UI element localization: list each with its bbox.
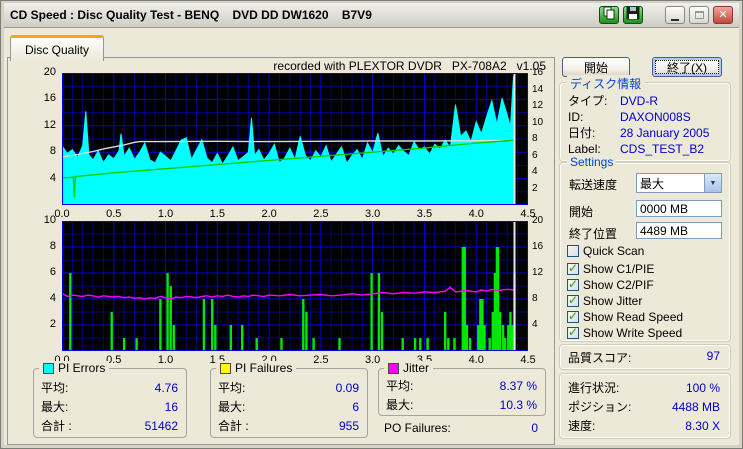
po-failures-label: PO Failures: bbox=[384, 421, 451, 435]
quality-chart-pi-errors bbox=[62, 73, 528, 205]
disc-info-group: ディスク情報 タイプ: DVD-R ID: DAXON008S 日付: 28 Janu… bbox=[559, 75, 731, 162]
copy-icon bbox=[602, 6, 616, 25]
checkbox-icon bbox=[567, 277, 579, 291]
stat-row: 平均: 8.37 % bbox=[386, 379, 537, 393]
checkbox-show-write-speed[interactable]: Show Write Speed bbox=[567, 325, 682, 340]
quality-score-box: 品質スコア: 97 bbox=[559, 344, 731, 370]
checkbox-show-c1-pie[interactable]: Show C1/PIE bbox=[567, 261, 654, 276]
minimize-button[interactable] bbox=[665, 6, 685, 24]
checkbox-show-jitter[interactable]: Show Jitter bbox=[567, 293, 642, 308]
pi-failures-stats-box: PI Failures 平均: 0.09 最大: 6 合計 :955 bbox=[210, 361, 368, 438]
checkbox-show-read-speed[interactable]: Show Read Speed bbox=[567, 309, 683, 324]
checkbox-icon bbox=[567, 325, 579, 339]
checkbox-icon bbox=[567, 309, 579, 323]
disc-info-row: タイプ: DVD-R bbox=[568, 94, 658, 108]
transfer-speed-select[interactable]: 最大 ▼ bbox=[636, 173, 722, 193]
jitter-legend-swatch bbox=[388, 362, 399, 374]
pi-errors-stats-title: PI Errors bbox=[39, 361, 110, 375]
jitter-title-label: Jitter bbox=[403, 361, 430, 375]
status-box: 進行状況: 100 % ポジション: 4488 MB 速度: 8.30 X bbox=[559, 373, 731, 439]
chevron-down-icon[interactable]: ▼ bbox=[704, 174, 721, 192]
copy-button[interactable] bbox=[599, 6, 619, 24]
minimize-icon bbox=[671, 18, 679, 21]
window-title: CD Speed : Disc Quality Test - BENQ DVD … bbox=[10, 8, 372, 22]
transfer-speed-value: 最大 bbox=[640, 176, 665, 191]
end-position-field[interactable] bbox=[636, 222, 722, 239]
pi-failures-title-label: PI Failures bbox=[235, 361, 293, 375]
checkbox-icon bbox=[567, 261, 579, 275]
tab-label: Disc Quality bbox=[25, 42, 90, 57]
save-icon bbox=[626, 6, 640, 25]
settings-group: Settings 転送速度 最大 ▼ 開始 終了位置 Quick Scan Sh… bbox=[559, 155, 731, 342]
jitter-stats-box: Jitter 平均: 8.37 % 最大: 10.3 % bbox=[378, 361, 546, 416]
stat-row: 最大: 16 bbox=[41, 400, 178, 414]
checkbox-icon bbox=[567, 245, 579, 257]
stat-row: 最大: 6 bbox=[218, 400, 359, 414]
titlebar-buttons: ✕ bbox=[595, 6, 739, 24]
disc-info-row: 日付: 28 January 2005 bbox=[568, 126, 710, 140]
save-button[interactable] bbox=[623, 6, 643, 24]
disc-info-title: ディスク情報 bbox=[567, 75, 645, 92]
pi-errors-legend-swatch bbox=[43, 362, 54, 374]
status-row: ポジション: 4488 MB bbox=[568, 400, 720, 414]
pi-failures-legend-swatch bbox=[220, 362, 231, 374]
maximize-icon bbox=[694, 11, 704, 19]
close-icon: ✕ bbox=[718, 8, 728, 21]
maximize-button[interactable] bbox=[689, 6, 709, 24]
transfer-speed-label: 転送速度 bbox=[569, 178, 618, 192]
tab-disc-quality[interactable]: Disc Quality bbox=[10, 35, 105, 61]
quality-score-value: 97 bbox=[706, 349, 720, 363]
pi-errors-title-label: PI Errors bbox=[58, 361, 106, 375]
stat-row: 平均: 4.76 bbox=[41, 381, 178, 395]
stat-row: 平均: 0.09 bbox=[218, 381, 359, 395]
quality-chart-pi-failures bbox=[62, 221, 528, 351]
recorded-with-label: recorded with PLEXTOR DVDR PX-708A2 v1.0… bbox=[273, 59, 546, 73]
checkbox-quick-scan[interactable]: Quick Scan bbox=[567, 244, 644, 258]
checkbox-show-c2-pif[interactable]: Show C2/PIF bbox=[567, 277, 654, 292]
pi-errors-stats-box: PI Errors 平均: 4.76 最大: 16 合計 :51462 bbox=[33, 361, 187, 438]
settings-title: Settings bbox=[567, 155, 617, 169]
start-position-label: 開始 bbox=[569, 205, 594, 219]
title-bar: CD Speed : Disc Quality Test - BENQ DVD … bbox=[4, 3, 739, 28]
stat-row: 最大: 10.3 % bbox=[386, 398, 537, 412]
start-button[interactable]: 開始 bbox=[562, 57, 630, 77]
po-failures-row: PO Failures: 0 bbox=[384, 421, 538, 435]
exit-button[interactable]: 終了(X) bbox=[652, 57, 722, 77]
stat-row: 合計 :955 bbox=[218, 419, 359, 433]
checkbox-icon bbox=[567, 293, 579, 307]
close-button[interactable]: ✕ bbox=[713, 6, 733, 24]
disc-info-row: ID: DAXON008S bbox=[568, 110, 691, 124]
end-position-label: 終了位置 bbox=[569, 227, 618, 241]
quality-score-label: 品質スコア: bbox=[568, 351, 632, 365]
pi-failures-stats-title: PI Failures bbox=[216, 361, 297, 375]
app-window: CD Speed : Disc Quality Test - BENQ DVD … bbox=[0, 0, 743, 449]
jitter-stats-title: Jitter bbox=[384, 361, 434, 375]
status-row: 進行状況: 100 % bbox=[568, 381, 720, 395]
po-failures-value: 0 bbox=[531, 421, 538, 435]
stat-row: 合計 :51462 bbox=[41, 419, 178, 433]
status-row: 速度: 8.30 X bbox=[568, 419, 720, 433]
start-position-field[interactable] bbox=[636, 200, 722, 217]
